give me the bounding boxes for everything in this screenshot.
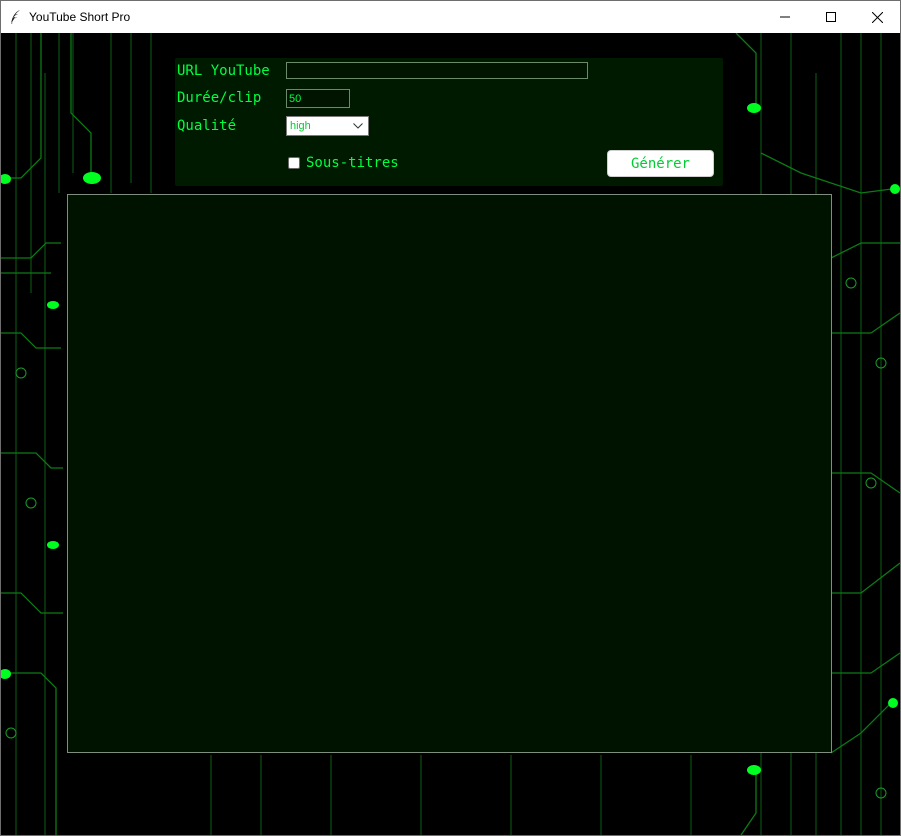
- generate-button[interactable]: Générer: [607, 150, 714, 177]
- window-title: YouTube Short Pro: [29, 10, 131, 24]
- qualite-selected-value: high: [290, 120, 311, 132]
- maximize-button[interactable]: [808, 1, 854, 33]
- output-text-area[interactable]: [67, 194, 832, 753]
- duree-label: Durée/clip: [177, 90, 262, 106]
- sous-titres-checkbox[interactable]: [288, 157, 300, 169]
- feather-icon: [10, 10, 20, 25]
- app-window: YouTube Short Pro URL YouTube Durée/clip…: [0, 0, 901, 836]
- qualite-select[interactable]: high: [286, 116, 369, 136]
- close-button[interactable]: [854, 1, 900, 33]
- url-input[interactable]: [286, 62, 588, 79]
- chevron-down-icon: [353, 123, 363, 129]
- title-bar[interactable]: YouTube Short Pro: [1, 1, 900, 33]
- sous-titres-label[interactable]: Sous-titres: [306, 155, 399, 171]
- close-icon: [871, 11, 883, 23]
- minimize-icon: [780, 16, 790, 18]
- duree-input[interactable]: [286, 89, 350, 108]
- minimize-button[interactable]: [762, 1, 808, 33]
- url-label: URL YouTube: [177, 63, 270, 79]
- maximize-icon: [826, 12, 836, 22]
- qualite-label: Qualité: [177, 118, 237, 134]
